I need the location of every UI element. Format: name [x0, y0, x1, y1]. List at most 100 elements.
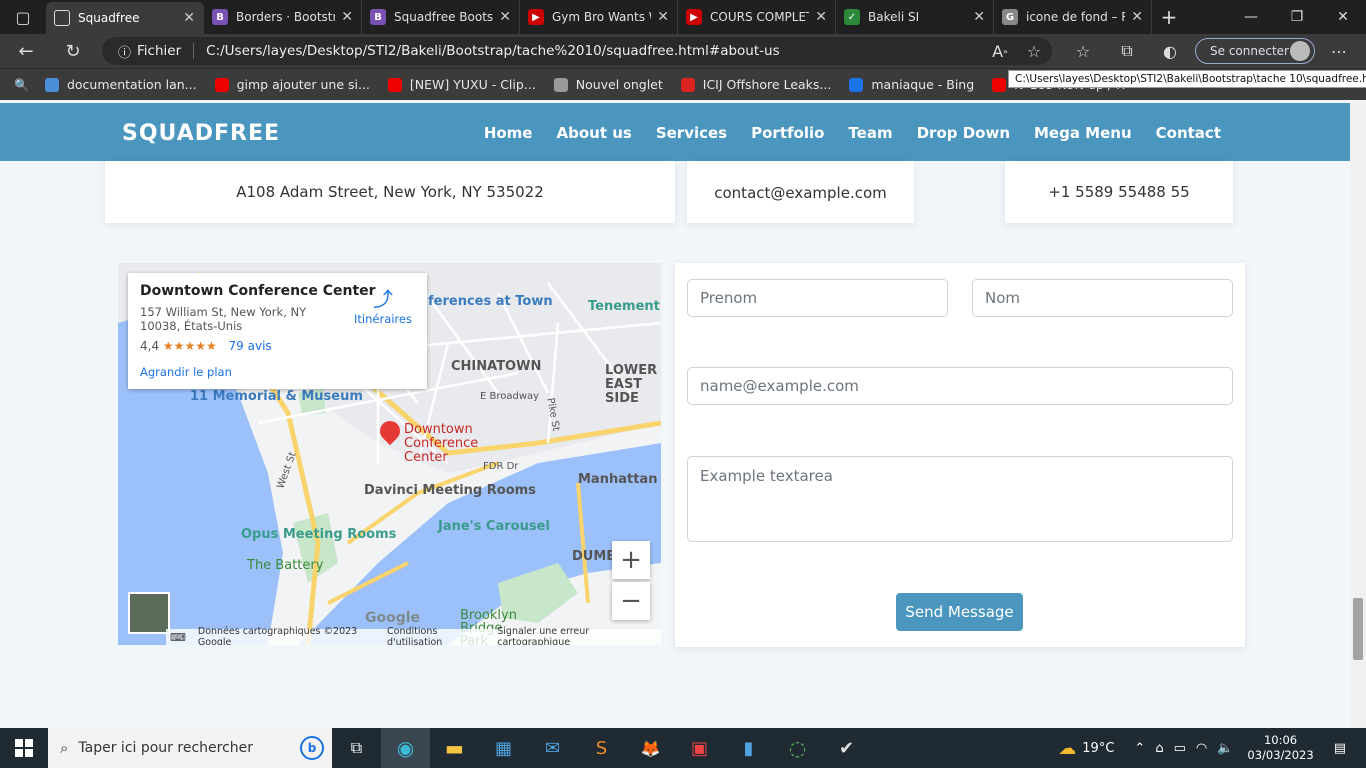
send-message-button[interactable]: Send Message: [896, 593, 1023, 631]
map-footer: ⌨ Données cartographiques ©2023 Google C…: [166, 626, 661, 645]
weather-icon[interactable]: ☁: [1058, 738, 1076, 759]
favorite-icon: [214, 77, 229, 92]
store-icon[interactable]: ▦: [479, 728, 528, 768]
directions-button[interactable]: ⤴ Itinéraires: [354, 283, 412, 326]
zoom-in-button[interactable]: +: [612, 541, 650, 579]
close-tab-icon[interactable]: ✕: [1131, 9, 1143, 25]
chrome-icon[interactable]: ◌: [773, 728, 822, 768]
restore-button[interactable]: ❐: [1274, 0, 1320, 34]
close-tab-icon[interactable]: ✕: [183, 10, 195, 26]
clock[interactable]: 10:06 03/03/2023: [1247, 733, 1313, 763]
close-tab-icon[interactable]: ✕: [657, 9, 669, 25]
google-map[interactable]: CHINATOWN LOWER EAST SIDE 11 Memorial & …: [118, 263, 661, 645]
favorite-icon: [680, 77, 695, 92]
lastname-field[interactable]: Nom: [972, 279, 1233, 317]
temperature[interactable]: 19°C: [1082, 741, 1114, 756]
map-label-opus: Opus Meeting Rooms: [241, 527, 397, 542]
nav-link-portfolio[interactable]: Portfolio: [751, 124, 824, 142]
address-bar[interactable]: ⓘ Fichier C:/Users/layes/Desktop/STI2/Ba…: [102, 37, 1052, 65]
terminal-icon[interactable]: ▮: [724, 728, 773, 768]
map-footer-data: Données cartographiques ©2023 Google: [197, 626, 358, 645]
mail-icon[interactable]: ✉: [528, 728, 577, 768]
close-tab-icon[interactable]: ✕: [815, 9, 827, 25]
bing-icon[interactable]: b: [300, 736, 324, 760]
nav-link-team[interactable]: Team: [848, 124, 892, 142]
edge-taskbar-icon[interactable]: ◉: [381, 728, 430, 768]
browser-tab[interactable]: ▶ Gym Bro Wants W ✕: [520, 0, 678, 34]
favorite-link[interactable]: Nouvel onglet: [553, 77, 663, 92]
close-tab-icon[interactable]: ✕: [341, 9, 353, 25]
file-explorer-icon[interactable]: ▬: [430, 728, 479, 768]
nav-link-drop-down[interactable]: Drop Down: [917, 124, 1010, 142]
tray-chevron-icon[interactable]: ⌃: [1134, 741, 1145, 756]
browser-tab[interactable]: Gicone de fond – R ✕: [994, 0, 1152, 34]
reviews-link[interactable]: 79 avis: [229, 339, 272, 353]
zoom-out-button[interactable]: −: [612, 582, 650, 620]
back-button[interactable]: ←: [0, 34, 52, 68]
close-window-button[interactable]: ✕: [1320, 0, 1366, 34]
browser-tab[interactable]: ✓ Bakeli SI ✕: [836, 0, 994, 34]
browser-toolbar: ← ↻ ⓘ Fichier C:/Users/layes/Desktop/STI…: [0, 34, 1366, 68]
favorite-link[interactable]: gimp ajouter une si...: [214, 77, 370, 92]
search-icon[interactable]: 🔍: [14, 78, 29, 92]
map-footer-report[interactable]: Signaler une erreur cartographique: [497, 626, 649, 645]
close-tab-icon[interactable]: ✕: [973, 9, 985, 25]
read-aloud-icon[interactable]: A»: [985, 34, 1015, 68]
nav-link-mega-menu[interactable]: Mega Menu: [1034, 124, 1132, 142]
satellite-toggle[interactable]: [128, 592, 170, 634]
tab-actions-icon[interactable]: ▢: [0, 0, 46, 34]
more-options-icon[interactable]: ⋯: [1324, 34, 1354, 68]
favorite-link[interactable]: ICIJ Offshore Leaks...: [680, 77, 831, 92]
signin-button[interactable]: Se connecter: [1195, 38, 1315, 64]
map-footer-terms[interactable]: Conditions d'utilisation: [387, 626, 485, 645]
firstname-field[interactable]: Prenom: [687, 279, 948, 317]
browser-tab[interactable]: ▶ COURS COMPLET ✕: [678, 0, 836, 34]
favorite-link[interactable]: documentation lan...: [44, 77, 197, 92]
close-tab-icon[interactable]: ✕: [499, 9, 511, 25]
system-tray: ☁ 19°C ⌃ ⌂ ▭ ◠ 🔈 10:06 03/03/2023 ▤: [1058, 728, 1366, 768]
info-icon[interactable]: ⓘ: [118, 42, 131, 61]
favorite-link[interactable]: maniaque - Bing: [849, 77, 974, 92]
map-label-lower-east: LOWER EAST SIDE: [605, 363, 658, 406]
notification-icon[interactable]: ▤: [1334, 741, 1346, 756]
favorite-label: Nouvel onglet: [575, 77, 663, 92]
task-view-icon[interactable]: ⧉: [332, 728, 381, 768]
enlarge-map-link[interactable]: Agrandir le plan: [140, 365, 415, 379]
new-tab-button[interactable]: +: [1152, 5, 1186, 29]
site-logo[interactable]: SQUADFREE: [122, 121, 280, 146]
volume-icon[interactable]: 🔈: [1217, 741, 1233, 756]
email-field[interactable]: name@example.com: [687, 367, 1233, 405]
vs-app-icon[interactable]: ✔: [822, 728, 871, 768]
battery-icon[interactable]: ▭: [1174, 741, 1186, 756]
browser-tab[interactable]: B Borders · Bootstra ✕: [204, 0, 362, 34]
favorite-link[interactable]: [NEW] YUXU - Clip...: [387, 77, 536, 92]
keyboard-icon[interactable]: ⌨: [170, 631, 186, 644]
favorites-icon[interactable]: ☆: [1068, 34, 1098, 68]
map-place-card: Downtown Conference Center 157 William S…: [128, 273, 427, 389]
gimp-icon[interactable]: 🦊: [626, 728, 675, 768]
scrollbar-thumb[interactable]: [1353, 598, 1363, 660]
edge-bar-icon[interactable]: ◐: [1155, 34, 1185, 68]
map-label-davinci: Davinci Meeting Rooms: [364, 483, 536, 498]
sublime-text-icon[interactable]: S: [577, 728, 626, 768]
start-button[interactable]: [0, 728, 48, 768]
address-text: A108 Adam Street, New York, NY 535022: [236, 183, 544, 201]
refresh-button[interactable]: ↻: [52, 34, 94, 68]
nav-link-services[interactable]: Services: [656, 124, 727, 142]
nav-link-contact[interactable]: Contact: [1156, 124, 1221, 142]
nav-link-about-us[interactable]: About us: [556, 124, 631, 142]
collections-icon[interactable]: ⧉: [1112, 34, 1142, 68]
browser-tab[interactable]: Squadfree ✕: [46, 2, 204, 34]
message-textarea[interactable]: Example textarea: [687, 456, 1233, 542]
taskbar-search[interactable]: ⌕ Taper ici pour rechercher b: [48, 728, 332, 768]
page-scrollbar[interactable]: [1350, 103, 1366, 728]
wifi-icon[interactable]: ◠: [1196, 741, 1207, 756]
photo-app-icon[interactable]: ▣: [675, 728, 724, 768]
nav-link-home[interactable]: Home: [484, 124, 533, 142]
place-address: 157 William St, New York, NY 10038, État…: [140, 305, 307, 333]
favorite-icon: [553, 77, 568, 92]
network-icon[interactable]: ⌂: [1155, 741, 1163, 756]
minimize-button[interactable]: —: [1228, 0, 1274, 34]
browser-tab[interactable]: B Squadfree Bootstr ✕: [362, 0, 520, 34]
add-favorite-icon[interactable]: ☆: [1019, 34, 1049, 68]
